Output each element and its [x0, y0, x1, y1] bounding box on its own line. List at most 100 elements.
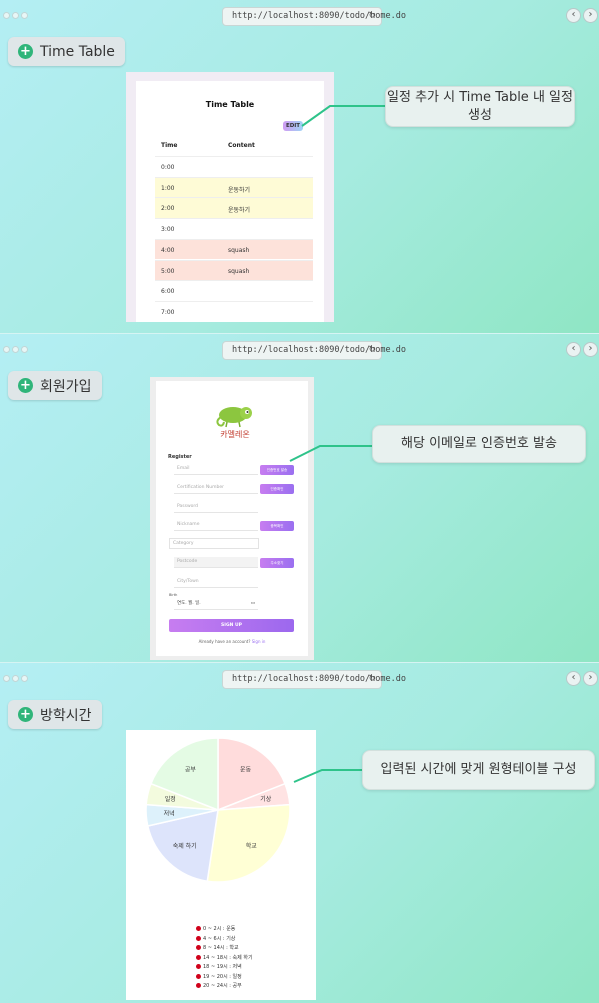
signin-link[interactable]: Sign in [252, 639, 266, 644]
section-tag-register: + 회원가입 [8, 371, 102, 400]
url-text: http://localhost:8090/todo/home.do [232, 345, 406, 355]
birth-label: Birth [169, 593, 178, 597]
callout-timetable: 일정 추가 시 Time Table 내 일정 생성 [385, 86, 575, 127]
send-code-button[interactable]: 인증번호 발송 [260, 465, 294, 475]
table-row[interactable]: 4:00 squash [155, 238, 313, 260]
address-bar[interactable]: http://localhost:8090/todo/home.do ↻ [222, 341, 406, 360]
forward-icon[interactable]: › [583, 342, 598, 357]
legend-dot-icon [196, 983, 201, 988]
reload-icon[interactable]: ↻ [368, 342, 376, 359]
svg-text:카멜레온: 카멜레온 [220, 429, 249, 439]
row-time: 1:00 [161, 184, 175, 192]
address-bar[interactable]: http://localhost:8090/todo/home.do ↻ [222, 670, 406, 689]
section-tag-label: Time Table [40, 43, 115, 60]
row-time: 5:00 [161, 267, 175, 275]
table-row[interactable]: 5:00 squash [155, 259, 313, 280]
already-account-text: Already have an account? Sign in [198, 639, 266, 644]
table-row[interactable]: 6:00 [155, 280, 313, 301]
postcode-field[interactable]: Postcode [174, 557, 258, 568]
edit-button[interactable]: EDIT [283, 121, 303, 131]
legend-dot-icon [196, 945, 201, 950]
back-icon[interactable]: ‹ [566, 671, 581, 686]
verify-button[interactable]: 인증확인 [260, 484, 294, 494]
table-row[interactable]: 2:00 운동하기 [155, 197, 313, 218]
panel-vacation: http://localhost:8090/todo/home.do ↻ ‹ ›… [0, 663, 599, 1003]
pie-slice-label: 운동 [240, 767, 252, 774]
signup-button[interactable]: SIGN UP [169, 619, 294, 632]
section-tag-label: 방학시간 [40, 707, 92, 724]
pie-slice-label: 학교 [246, 842, 258, 850]
legend-dot-icon [196, 935, 201, 941]
table-row[interactable]: 7:00 [155, 300, 313, 322]
legend-item: 0 ~ 2시 : 운동 [196, 925, 253, 935]
table-row[interactable]: 1:00 운동하기 [155, 176, 313, 198]
section-tag-timetable: + Time Table [8, 37, 125, 66]
row-time: 2:00 [161, 205, 175, 213]
legend-item: 18 ~ 19시 : 저녁 [196, 963, 253, 973]
pie-chart: 운동기상학교 숙제 하기 저녁 일정 공부 [145, 737, 291, 883]
row-time: 7:00 [161, 308, 175, 316]
window-controls[interactable] [3, 346, 28, 353]
section-tag-label: 회원가입 [40, 378, 92, 395]
chameleon-logo-icon: 카멜레온 [216, 407, 252, 439]
callout-vacation: 입력된 시간에 맞게 원형테이블 구성 [362, 750, 595, 790]
legend-item: 14 ~ 18시 : 숙제 하기 [196, 954, 253, 964]
col-content-header: Content [228, 142, 255, 149]
pie-legend: 0 ~ 2시 : 운동 4 ~ 6시 : 기상 8 ~ 14시 : 학교 14 ~ 1… [196, 925, 253, 992]
nickname-check-button[interactable]: 중복확인 [260, 521, 294, 531]
window-controls[interactable] [3, 675, 28, 682]
row-time: 4:00 [161, 246, 175, 254]
section-tag-vacation: + 방학시간 [8, 700, 102, 729]
back-icon[interactable]: ‹ [566, 8, 581, 23]
row-content: squash [228, 246, 250, 254]
row-time: 3:00 [161, 226, 175, 234]
panel-timetable: http://localhost:8090/todo/home.do ↻ ‹ ›… [0, 0, 599, 333]
pie-slice-label: 기상 [260, 795, 272, 803]
panel-register: http://localhost:8090/todo/home.do ↻ ‹ ›… [0, 334, 599, 662]
nickname-field[interactable]: Nickname [174, 520, 258, 531]
email-field[interactable]: Email [174, 464, 258, 475]
legend-dot-icon [196, 926, 201, 931]
category-select[interactable]: Category [169, 538, 259, 549]
legend-dot-icon [196, 964, 201, 969]
plus-icon: + [18, 378, 33, 393]
password-field[interactable]: Password [174, 502, 258, 513]
row-time: 0:00 [161, 164, 175, 171]
reload-icon[interactable]: ↻ [368, 671, 376, 688]
table-row[interactable]: 3:00 [155, 218, 313, 239]
pie-slice-label: 일정 [165, 795, 176, 803]
legend-item: 20 ~ 24시 : 공부 [196, 982, 253, 992]
register-title: Register [168, 454, 192, 460]
table-row[interactable]: 0:00 [155, 156, 313, 177]
plus-icon: + [18, 44, 33, 59]
find-address-button[interactable]: 주소찾기 [260, 558, 294, 568]
register-screenshot: 카멜레온 Register Email 인증번호 발송 Certificatio… [150, 377, 314, 660]
legend-dot-icon [196, 954, 201, 960]
legend-item: 19 ~ 20시 : 일정 [196, 973, 253, 983]
forward-icon[interactable]: › [583, 671, 598, 686]
cert-number-field[interactable]: Certification Number [174, 483, 258, 494]
pie-slice-label: 숙제 하기 [173, 842, 197, 850]
calendar-icon[interactable]: ▭ [251, 599, 255, 609]
url-text: http://localhost:8090/todo/home.do [232, 674, 406, 684]
pie-slice-label: 공부 [185, 767, 197, 774]
pie-slice-label: 저녁 [164, 810, 175, 818]
row-content: 운동하기 [228, 186, 251, 194]
url-text: http://localhost:8090/todo/home.do [232, 11, 406, 21]
forward-icon[interactable]: › [583, 8, 598, 23]
pie-screenshot: 운동기상학교 숙제 하기 저녁 일정 공부 0 ~ 2시 : 운동 4 ~ 6시 : 기상… [126, 730, 316, 1000]
city-field[interactable]: City/Town [174, 577, 258, 588]
timetable-screenshot: Time Table EDIT Time Content 0:00 1:00 운동하… [126, 72, 334, 322]
legend-dot-icon [196, 973, 201, 979]
row-time: 6:00 [161, 288, 175, 296]
reload-icon[interactable]: ↻ [368, 8, 376, 25]
window-controls[interactable] [3, 12, 28, 19]
birth-date-field[interactable]: 연도. 월. 일. ▭ [174, 599, 258, 610]
plus-icon: + [18, 707, 33, 722]
back-icon[interactable]: ‹ [566, 342, 581, 357]
row-content: squash [228, 267, 250, 275]
legend-item: 4 ~ 6시 : 기상 [196, 935, 253, 945]
address-bar[interactable]: http://localhost:8090/todo/home.do ↻ [222, 7, 406, 26]
row-content: 운동하기 [228, 207, 251, 215]
col-time-header: Time [161, 142, 178, 149]
